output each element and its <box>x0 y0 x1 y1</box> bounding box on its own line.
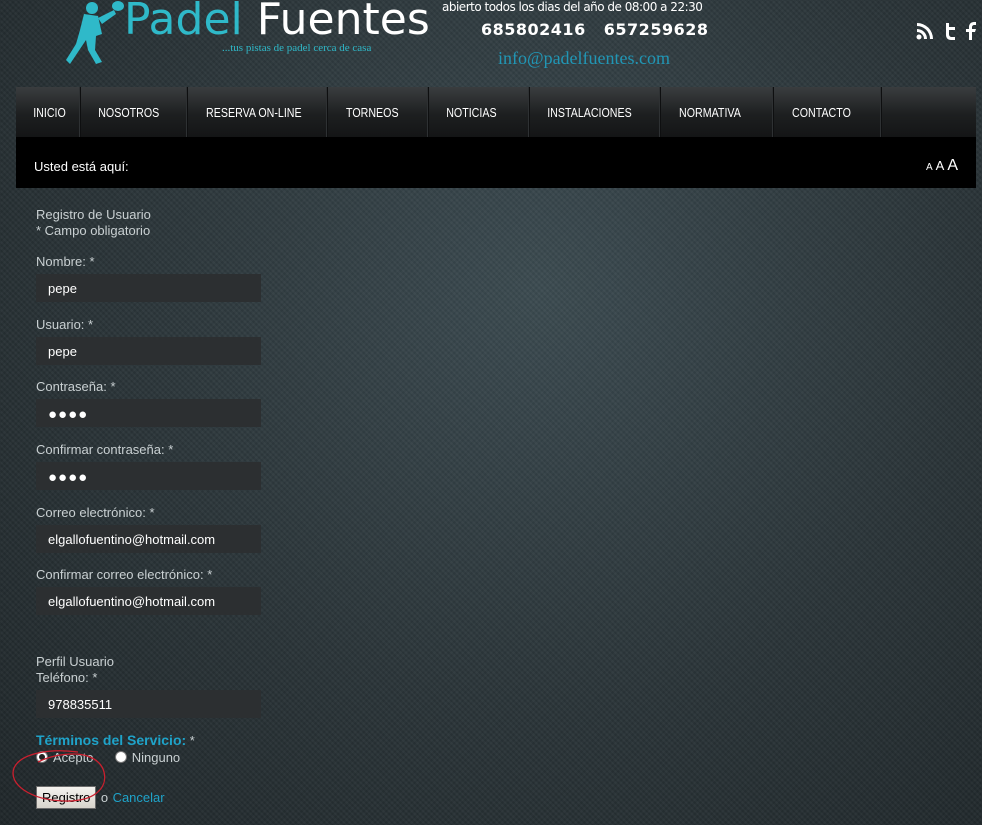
confirm-password-mask: ●●●● <box>48 469 89 486</box>
nombre-input[interactable] <box>36 274 261 302</box>
usuario-input[interactable] <box>36 337 261 365</box>
phone-label: Teléfono: * <box>36 670 98 685</box>
nombre-label: Nombre: * <box>36 254 95 269</box>
form-title: Registro de Usuario <box>36 207 151 222</box>
phone-input[interactable] <box>36 690 261 718</box>
phone-1: 685802416 <box>481 20 586 39</box>
annotation-circle <box>12 750 106 802</box>
confirm-email-input[interactable] <box>36 587 261 615</box>
twitter-icon[interactable] <box>943 22 959 40</box>
password-label: Contraseña: * <box>36 379 116 394</box>
terms-label: Términos del Servicio: * <box>36 732 195 748</box>
confirm-password-field[interactable]: ●●●● <box>36 462 261 490</box>
main-navigation: INICIO NOSOTROS RESERVA ON-LINE TORNEOS … <box>16 87 976 137</box>
brand-name: Padel Fuentes <box>124 0 430 45</box>
password-mask: ●●●● <box>48 406 89 423</box>
breadcrumb: Usted está aquí: <box>34 159 129 174</box>
email-field[interactable] <box>36 525 261 553</box>
email-label: Correo electrónico: * <box>36 505 155 520</box>
confirm-password-label: Confirmar contraseña: * <box>36 442 174 457</box>
confirm-email-label: Confirmar correo electrónico: * <box>36 567 213 582</box>
registration-form: Registro de Usuario * Campo obligatorio … <box>36 207 336 809</box>
confirm-email-field[interactable] <box>36 587 261 615</box>
email-input[interactable] <box>36 525 261 553</box>
phone-field[interactable] <box>36 690 261 718</box>
nav-item-nosotros[interactable]: NOSOTROS <box>81 87 188 137</box>
nav-item-noticias[interactable]: NOTICIAS <box>429 87 530 137</box>
terms-link[interactable]: Términos del Servicio: <box>36 732 186 748</box>
nav-item-inicio[interactable]: INICIO <box>16 87 81 137</box>
font-size-large[interactable]: A <box>947 157 958 174</box>
site-logo[interactable]: Padel Fuentes ...tus pistas de padel cer… <box>58 0 430 70</box>
nav-item-reserva-online[interactable]: RESERVA ON-LINE <box>188 87 328 137</box>
contact-email[interactable]: info@padelfuentes.com <box>498 48 670 69</box>
brand-tagline: ...tus pistas de padel cerca de casa <box>222 42 372 54</box>
facebook-icon[interactable] <box>965 22 977 40</box>
font-size-small[interactable]: A <box>926 162 933 173</box>
nav-item-contacto[interactable]: CONTACTO <box>774 87 882 137</box>
usuario-field[interactable] <box>36 337 261 365</box>
padel-player-icon <box>66 1 124 64</box>
phone-2: 657259628 <box>603 20 709 39</box>
breadcrumb-bar: Usted está aquí: AAA <box>16 137 976 188</box>
font-size-controls: AAA <box>923 157 958 175</box>
nav-item-torneos[interactable]: TORNEOS <box>328 87 429 137</box>
nav-item-instalaciones[interactable]: INSTALACIONES <box>530 87 661 137</box>
profile-section-title: Perfil Usuario <box>36 654 115 669</box>
rss-icon[interactable] <box>916 22 936 40</box>
phone-numbers: 685802416 657259628 <box>481 20 708 39</box>
required-note: * Campo obligatorio <box>36 223 151 238</box>
opening-hours: abierto todos los dias del año de 08:00 … <box>442 0 703 14</box>
nombre-field[interactable] <box>36 274 261 302</box>
password-field[interactable]: ●●●● <box>36 399 261 427</box>
usuario-label: Usuario: * <box>36 317 94 332</box>
nav-item-normativa[interactable]: NORMATIVA <box>661 87 774 137</box>
font-size-medium[interactable]: A <box>936 158 945 173</box>
cancel-link[interactable]: Cancelar <box>113 790 165 805</box>
decline-label: Ninguno <box>131 750 181 765</box>
